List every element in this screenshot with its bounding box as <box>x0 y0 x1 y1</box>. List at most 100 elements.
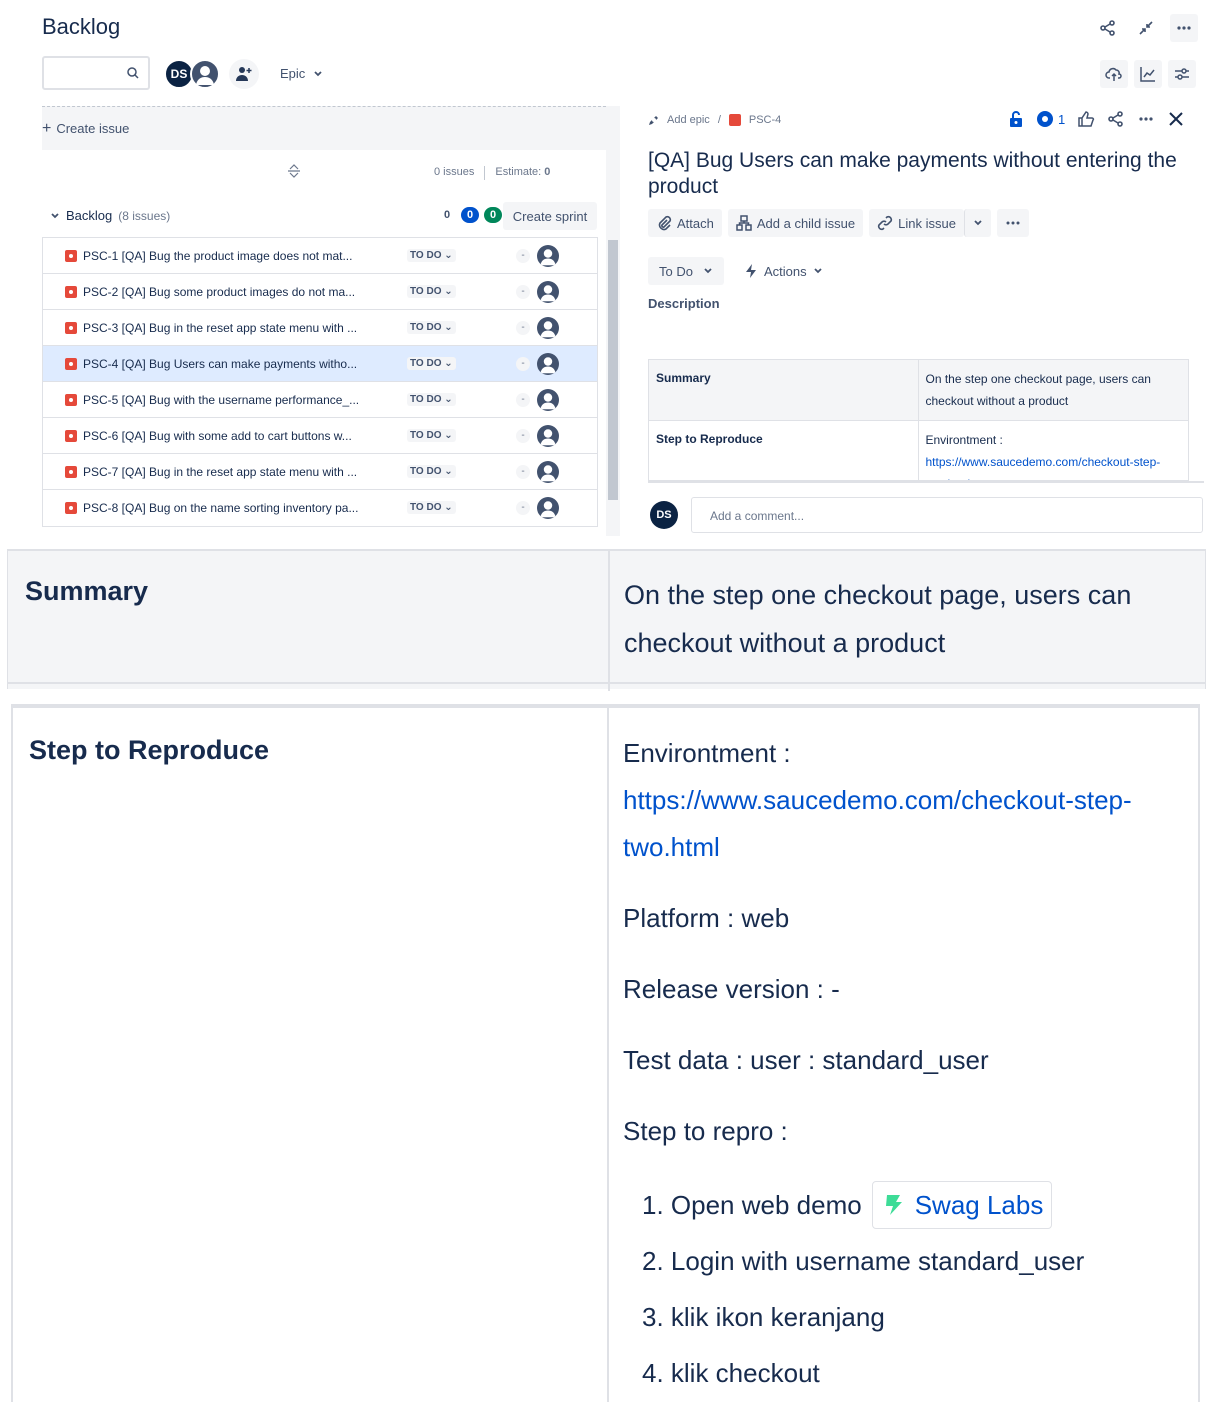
board-tools <box>1100 60 1196 88</box>
swag-labs-link-chip[interactable]: Swag Labs <box>871 1181 1053 1229</box>
search-input[interactable] <box>42 56 150 90</box>
link-dropdown-button[interactable] <box>963 209 991 237</box>
release-icon[interactable] <box>1100 60 1128 88</box>
table-row: Step to Reproduce Environtment : https:/… <box>649 421 1189 480</box>
assignee-avatar[interactable] <box>537 497 559 519</box>
issue-list: PSC-1 [QA] Bug the product image does no… <box>42 237 598 527</box>
close-icon[interactable] <box>1167 110 1185 128</box>
issue-row[interactable]: PSC-1 [QA] Bug the product image does no… <box>43 238 597 274</box>
status-dropdown[interactable]: TO DO ⌄ <box>407 285 456 298</box>
breadcrumb: Add epic / PSC-4 <box>648 114 781 126</box>
status-dropdown[interactable]: TO DO ⌄ <box>407 501 456 514</box>
env-link[interactable]: https://www.saucedemo.com/checkout-step-… <box>926 451 1182 480</box>
step-text: 3. klik ikon keranjang <box>642 1302 885 1332</box>
assignee-avatar[interactable] <box>537 425 559 447</box>
more-options-icon[interactable] <box>1137 110 1155 128</box>
share-icon[interactable] <box>1107 110 1125 128</box>
description-table: Summary On the step one checkout page, u… <box>648 359 1189 481</box>
assignee-avatar[interactable] <box>537 389 559 411</box>
insights-chart-icon[interactable] <box>1134 60 1162 88</box>
status-dropdown[interactable]: TO DO ⌄ <box>407 429 456 442</box>
epic-filter-dropdown[interactable]: Epic <box>280 66 323 81</box>
status-label: TO DO <box>410 466 442 477</box>
page-title: Backlog <box>42 14 121 39</box>
estimate-badge: - <box>516 321 530 335</box>
status-dropdown[interactable]: TO DO ⌄ <box>407 465 456 478</box>
status-label: TO DO <box>410 322 442 333</box>
assignee-avatar[interactable] <box>537 353 559 375</box>
actions-dropdown[interactable]: Actions <box>738 257 829 285</box>
estimate-badge: - <box>516 429 530 443</box>
view-settings-icon[interactable] <box>1168 60 1196 88</box>
link-issue-button[interactable]: Link issue <box>869 209 964 237</box>
attach-button[interactable]: Attach <box>648 209 722 237</box>
status-label: TO DO <box>410 286 442 297</box>
issue-row[interactable]: PSC-5 [QA] Bug with the username perform… <box>43 382 597 418</box>
issue-row-selected[interactable]: PSC-4 [QA] Bug Users can make payments w… <box>43 346 597 382</box>
add-epic-link[interactable]: Add epic <box>667 114 710 126</box>
drag-handle-icon[interactable] <box>286 163 302 184</box>
issue-summary: PSC-4 [QA] Bug Users can make payments w… <box>83 357 358 371</box>
comment-input[interactable]: Add a comment... <box>691 497 1203 533</box>
count-todo: 0 <box>443 209 451 221</box>
issue-row[interactable]: PSC-8 [QA] Bug on the name sorting inven… <box>43 490 597 526</box>
estimate-badge: - <box>516 285 530 299</box>
status-dropdown[interactable]: TO DO ⌄ <box>407 357 456 370</box>
issue-row[interactable]: PSC-6 [QA] Bug with some add to cart but… <box>43 418 597 454</box>
issue-key-link[interactable]: PSC-4 <box>749 114 781 126</box>
attach-label: Attach <box>677 215 714 231</box>
add-child-label: Add a child issue <box>756 215 856 231</box>
scrollbar-thumb[interactable] <box>608 240 618 500</box>
assignee-avatar[interactable] <box>537 281 559 303</box>
env-label: Environtment : <box>623 738 791 768</box>
chevron-down-icon <box>814 268 822 274</box>
bug-icon <box>65 250 77 262</box>
platform-text: Platform : web <box>623 903 790 933</box>
create-issue-button[interactable]: + Create issue <box>42 106 606 150</box>
status-dropdown[interactable]: TO DO ⌄ <box>407 393 456 406</box>
more-options-icon <box>1006 221 1020 225</box>
estimate: Estimate: 0 <box>495 166 550 180</box>
zoom-step-header: Step to Reproduce <box>29 735 270 765</box>
issue-summary: PSC-5 [QA] Bug with the username perform… <box>83 393 360 407</box>
add-child-issue-button[interactable]: Add a child issue <box>727 209 864 237</box>
more-options-icon[interactable] <box>1170 14 1198 42</box>
watch-button[interactable]: 1 <box>1036 110 1065 128</box>
add-people-button[interactable] <box>229 59 259 89</box>
issue-summary: PSC-8 [QA] Bug on the name sorting inven… <box>83 501 359 515</box>
env-link-line2[interactable]: two.html <box>623 824 1193 871</box>
lock-icon[interactable] <box>1008 110 1024 128</box>
assignee-avatar[interactable] <box>537 317 559 339</box>
header-actions <box>1094 14 1198 42</box>
step-value: Environtment : https://www.saucedemo.com… <box>919 421 1189 480</box>
assignee-avatar[interactable] <box>537 461 559 483</box>
issue-summary: PSC-3 [QA] Bug in the reset app state me… <box>83 321 358 335</box>
backlog-section-toggle[interactable]: Backlog (8 issues) <box>50 208 170 223</box>
assignee-avatar[interactable] <box>537 245 559 267</box>
estimate-badge: - <box>516 501 530 515</box>
release-text: Release version : - <box>623 974 840 1004</box>
more-actions-button[interactable] <box>996 209 1029 237</box>
chevron-down-icon <box>51 212 59 218</box>
issue-row[interactable]: PSC-2 [QA] Bug some product images do no… <box>43 274 597 310</box>
status-dropdown[interactable]: TO DO ⌄ <box>407 249 456 262</box>
avatar-unassigned[interactable] <box>190 59 220 89</box>
plus-icon: + <box>42 119 52 137</box>
share-icon[interactable] <box>1094 14 1122 42</box>
status-label: To Do <box>659 263 693 279</box>
status-counts: 0 0 0 <box>438 207 502 223</box>
status-dropdown[interactable]: To Do <box>648 257 724 285</box>
minimize-icon[interactable] <box>1132 14 1160 42</box>
thumbs-up-icon[interactable] <box>1077 110 1095 128</box>
issue-summary: PSC-2 [QA] Bug some product images do no… <box>83 285 356 299</box>
issue-row[interactable]: PSC-7 [QA] Bug in the reset app state me… <box>43 454 597 490</box>
create-sprint-button[interactable]: Create sprint <box>503 202 597 230</box>
divider <box>648 481 1204 483</box>
user-icon <box>196 66 214 85</box>
issue-row[interactable]: PSC-3 [QA] Bug in the reset app state me… <box>43 310 597 346</box>
step-text: 4. klik checkout <box>642 1358 820 1388</box>
issue-toolbar: Attach Add a child issue Link issue <box>648 209 1029 237</box>
status-dropdown[interactable]: TO DO ⌄ <box>407 321 456 334</box>
env-link-line1[interactable]: https://www.saucedemo.com/checkout-step- <box>623 777 1193 824</box>
issue-title[interactable]: [QA] Bug Users can make payments without… <box>648 148 1200 200</box>
